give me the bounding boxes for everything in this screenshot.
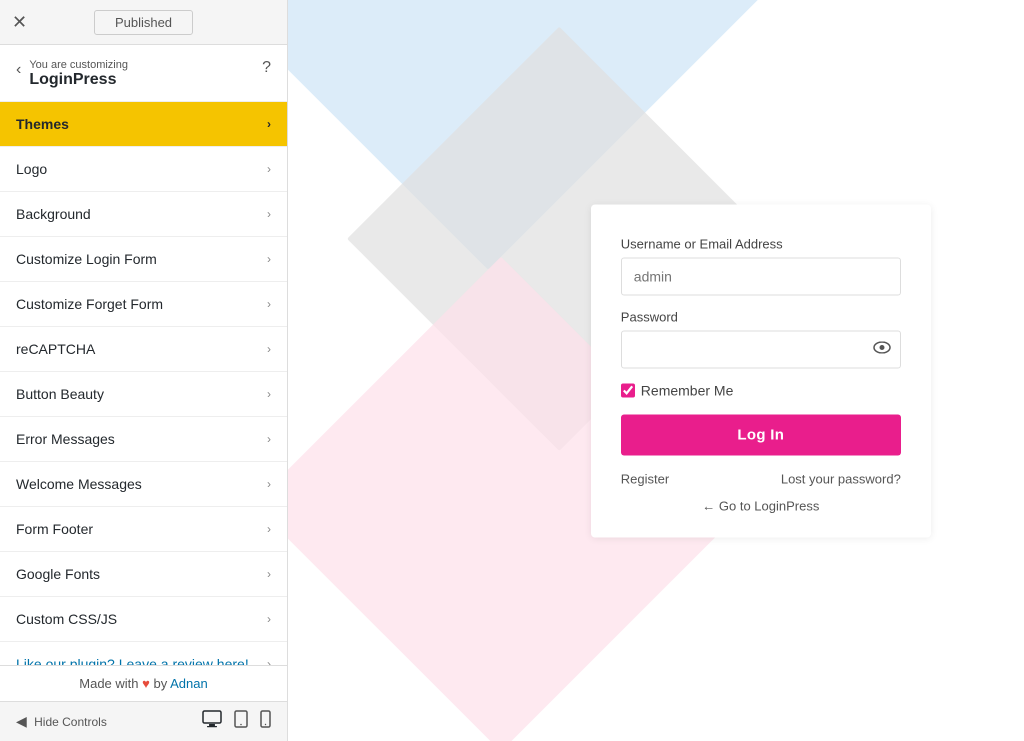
nav-list: Themes › Logo › Background › Customize L… <box>0 102 287 665</box>
heart-icon: ♥ <box>142 676 150 691</box>
username-label: Username or Email Address <box>621 236 901 251</box>
sidebar-item-customize-forget-form[interactable]: Customize Forget Form › <box>0 282 287 327</box>
go-back-link[interactable]: ← Go to LoginPress <box>702 498 819 513</box>
chevron-right-icon: › <box>267 432 271 446</box>
sidebar-item-label: reCAPTCHA <box>16 341 95 357</box>
login-button[interactable]: Log In <box>621 414 901 455</box>
sidebar-item-label: Error Messages <box>16 431 115 447</box>
by-text: by <box>153 676 167 691</box>
sidebar-item-recaptcha[interactable]: reCAPTCHA › <box>0 327 287 372</box>
chevron-right-icon: › <box>267 387 271 401</box>
remember-me-checkbox[interactable] <box>621 383 635 397</box>
form-links: Register Lost your password? <box>621 471 901 486</box>
chevron-right-icon: › <box>267 207 271 221</box>
tablet-icon[interactable] <box>234 710 248 733</box>
sidebar-topbar: ✕ Published <box>0 0 287 45</box>
sidebar-item-google-fonts[interactable]: Google Fonts › <box>0 552 287 597</box>
sidebar-item-label: Google Fonts <box>16 566 100 582</box>
sidebar-item-label: Themes <box>16 116 69 132</box>
customizing-header: ‹ You are customizing LoginPress ? <box>0 45 287 102</box>
preview-area: Username or Email Address Password Remem… <box>288 0 1024 741</box>
published-button[interactable]: Published <box>94 10 193 35</box>
remember-me-row: Remember Me <box>621 382 901 398</box>
chevron-right-icon: › <box>267 522 271 536</box>
hide-controls-button[interactable]: ◀ Hide Controls <box>16 713 107 730</box>
back-button[interactable]: ‹ <box>16 61 21 79</box>
sidebar-item-error-messages[interactable]: Error Messages › <box>0 417 287 462</box>
chevron-right-icon: › <box>267 567 271 581</box>
sidebar-item-label: Welcome Messages <box>16 476 142 492</box>
sidebar-item-form-footer[interactable]: Form Footer › <box>0 507 287 552</box>
sidebar-item-review-link[interactable]: Like our plugin? Leave a review here! › <box>0 642 287 665</box>
sidebar-footer: Made with ♥ by Adnan <box>0 665 287 701</box>
chevron-right-icon: › <box>267 342 271 356</box>
sidebar-item-themes[interactable]: Themes › <box>0 102 287 147</box>
sidebar-item-customize-login-form[interactable]: Customize Login Form › <box>0 237 287 282</box>
sidebar-item-label: Form Footer <box>16 521 93 537</box>
sidebar-item-label: Customize Login Form <box>16 251 157 267</box>
password-wrapper <box>621 330 901 368</box>
sidebar-item-label: Background <box>16 206 91 222</box>
mobile-icon[interactable] <box>260 710 271 733</box>
help-button[interactable]: ? <box>262 59 271 77</box>
sidebar-item-background[interactable]: Background › <box>0 192 287 237</box>
register-link[interactable]: Register <box>621 471 669 486</box>
sidebar-item-custom-css-js[interactable]: Custom CSS/JS › <box>0 597 287 642</box>
chevron-right-icon: › <box>267 477 271 491</box>
lost-password-link[interactable]: Lost your password? <box>781 471 901 486</box>
password-label: Password <box>621 309 901 324</box>
made-with-text: Made with <box>79 676 138 691</box>
remember-me-label: Remember Me <box>641 382 734 398</box>
close-button[interactable]: ✕ <box>12 13 27 31</box>
username-input[interactable] <box>621 257 901 295</box>
desktop-icon[interactable] <box>202 710 222 733</box>
review-link-label: Like our plugin? Leave a review here! <box>16 656 249 665</box>
sidebar-item-label: Button Beauty <box>16 386 104 402</box>
go-back-row: ← Go to LoginPress <box>621 498 901 513</box>
chevron-right-icon: › <box>267 612 271 626</box>
sidebar-item-welcome-messages[interactable]: Welcome Messages › <box>0 462 287 507</box>
device-icons <box>202 710 271 733</box>
customizing-title: LoginPress <box>29 71 262 89</box>
sidebar-item-label: Custom CSS/JS <box>16 611 117 627</box>
chevron-right-icon: › <box>267 297 271 311</box>
sidebar-item-logo[interactable]: Logo › <box>0 147 287 192</box>
author-link[interactable]: Adnan <box>170 676 208 691</box>
password-toggle-icon[interactable] <box>873 340 891 358</box>
customizing-info: You are customizing LoginPress <box>29 59 262 89</box>
sidebar-item-label: Logo <box>16 161 47 177</box>
chevron-right-icon: › <box>267 162 271 176</box>
sidebar-item-button-beauty[interactable]: Button Beauty › <box>0 372 287 417</box>
sidebar-bottombar: ◀ Hide Controls <box>0 701 287 741</box>
customizing-label: You are customizing <box>29 59 262 71</box>
sidebar-item-label: Customize Forget Form <box>16 296 163 312</box>
chevron-right-icon: › <box>267 252 271 266</box>
sidebar: ✕ Published ‹ You are customizing LoginP… <box>0 0 288 741</box>
chevron-right-icon: › <box>267 657 271 665</box>
password-input[interactable] <box>621 330 901 368</box>
chevron-right-icon: › <box>267 117 271 131</box>
login-card: Username or Email Address Password Remem… <box>591 204 931 537</box>
